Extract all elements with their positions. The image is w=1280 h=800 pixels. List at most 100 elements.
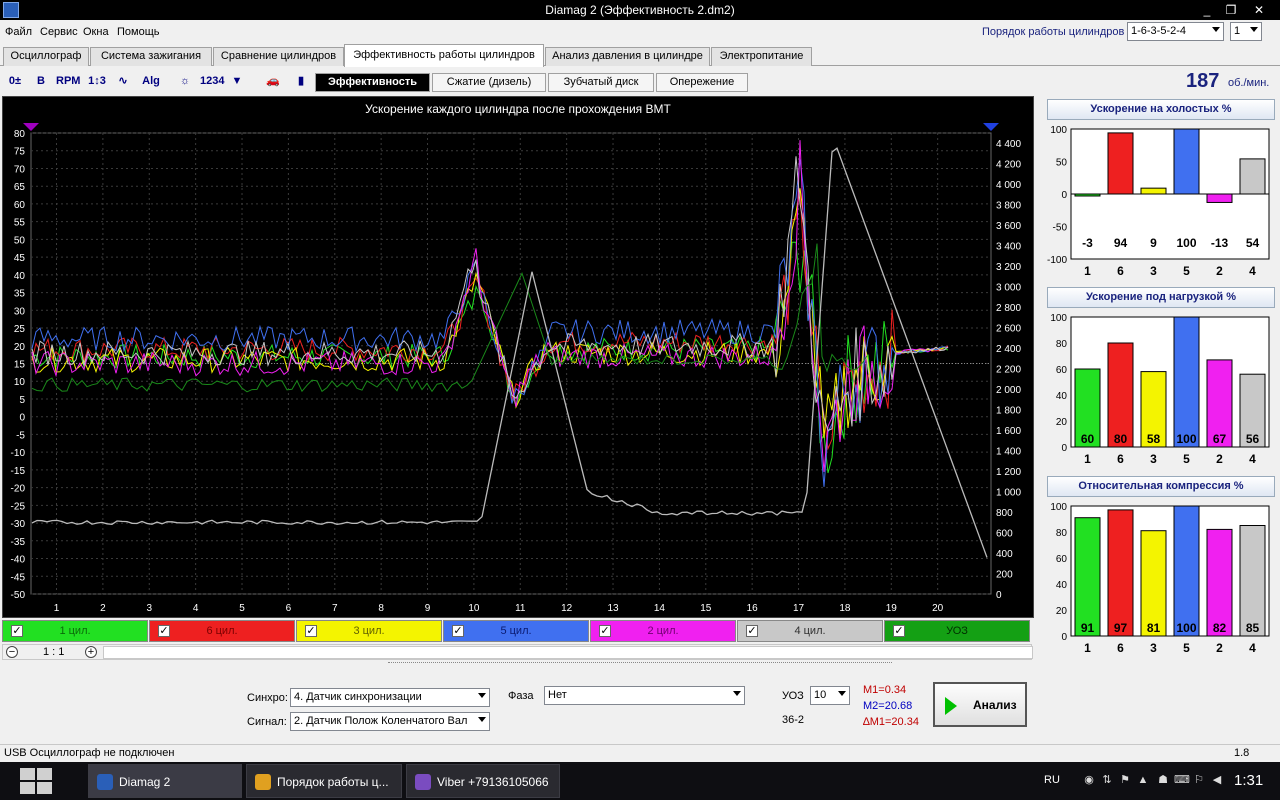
tab-ignition[interactable]: Система зажигания: [90, 47, 212, 66]
viber-icon: [415, 774, 431, 790]
panel-y-tick: 0: [1061, 190, 1067, 201]
sync-select[interactable]: 4. Датчик синхронизации: [290, 688, 490, 707]
legend-item-0[interactable]: ✓ 1 цил.: [2, 620, 148, 642]
taskbar-item-diamag[interactable]: Diamag 2: [88, 764, 242, 798]
marker-m1: M1=0.34: [863, 684, 907, 696]
legend-item-2[interactable]: ✓ 3 цил.: [296, 620, 442, 642]
subtab-toothed-disk[interactable]: Зубчатый диск: [548, 73, 654, 92]
y-tick-left: 5: [19, 395, 25, 406]
window-title: Diamag 2 (Эффективность 2.dm2): [545, 3, 735, 17]
subtab-efficiency[interactable]: Эффективность: [315, 73, 430, 92]
keyboard-tray-icon[interactable]: ⌨: [1174, 773, 1190, 787]
alg-icon[interactable]: Alg: [140, 70, 162, 92]
maximize-button[interactable]: ❐: [1220, 1, 1242, 19]
tab-power-supply[interactable]: Электропитание: [711, 47, 812, 66]
panel-y-tick: -100: [1047, 255, 1067, 266]
panel-bar-value: 82: [1213, 621, 1227, 635]
language-indicator[interactable]: RU: [1044, 774, 1060, 786]
legend-item-4[interactable]: ✓ 2 цил.: [590, 620, 736, 642]
zoom-in-button[interactable]: +: [85, 646, 97, 658]
title-bar[interactable]: Diamag 2 (Эффективность 2.dm2) _ ❐ ✕: [0, 0, 1280, 20]
taskbar-item-chrome[interactable]: Порядок работы ц...: [246, 764, 402, 798]
zoom-out-button[interactable]: −: [6, 646, 18, 658]
tab-cylinder-efficiency[interactable]: Эффективность работы цилиндров: [344, 44, 544, 67]
marker-m2-icon[interactable]: [983, 123, 999, 131]
adjust-icon[interactable]: 0±: [4, 70, 26, 92]
panel-splitter[interactable]: [388, 662, 892, 670]
panel-y-tick: 60: [1056, 554, 1068, 565]
panel-y-tick: 40: [1056, 391, 1068, 402]
start-button[interactable]: [18, 766, 58, 796]
horizontal-scrollbar[interactable]: [103, 646, 1033, 659]
minimize-button[interactable]: _: [1196, 1, 1218, 19]
viber-tray-icon[interactable]: ◉: [1082, 773, 1096, 787]
sequence-icon[interactable]: 1234: [200, 70, 224, 92]
panel-bar-value: 100: [1176, 621, 1196, 635]
y-tick-right: 1 200: [996, 467, 1021, 478]
menu-windows[interactable]: Окна: [83, 26, 109, 38]
subtab-advance[interactable]: Опережение: [656, 73, 748, 92]
phase-select[interactable]: Нет: [544, 686, 745, 705]
y-tick-left: 40: [14, 271, 26, 282]
chart-icon[interactable]: ▮: [290, 70, 312, 92]
menu-service[interactable]: Сервис: [40, 26, 78, 38]
panel-y-tick: 0: [1061, 632, 1067, 643]
x-tick: 20: [932, 603, 944, 614]
panel-cylinder-label: 6: [1117, 452, 1124, 466]
panel-cylinder-label: 1: [1084, 264, 1091, 278]
clock[interactable]: 1:31: [1234, 772, 1263, 789]
flag-tray-icon[interactable]: ⚐: [1192, 773, 1206, 787]
y-tick-right: 1 400: [996, 447, 1021, 458]
cylinder-legend: ✓ 1 цил. ✓ 6 цил. ✓ 3 цил. ✓ 5 цил. ✓ 2 цил. ✓ 4 ци…: [2, 620, 1032, 642]
panel-bar: [1206, 528, 1233, 637]
y-tick-left: 70: [14, 164, 26, 175]
tab-pressure-analysis[interactable]: Анализ давления в цилиндре: [545, 47, 710, 66]
efficiency-chart[interactable]: Ускорение каждого цилиндра после прохожд…: [2, 96, 1034, 618]
marker-delta: ∆M1=20.34: [863, 716, 919, 728]
waveform-icon[interactable]: ∿: [112, 70, 134, 92]
close-button[interactable]: ✕: [1248, 1, 1270, 19]
volume-icon[interactable]: ◀: [1210, 773, 1224, 787]
uoz-spinner[interactable]: 10: [810, 686, 850, 705]
analyze-button[interactable]: Анализ: [933, 682, 1027, 727]
legend-item-5[interactable]: ✓ 4 цил.: [737, 620, 883, 642]
x-tick: 18: [839, 603, 851, 614]
tab-oscilloscope[interactable]: Осциллограф: [3, 47, 89, 66]
network-tray-icon[interactable]: ⇅: [1100, 773, 1114, 787]
y-tick-left: 80: [14, 129, 26, 140]
legend-item-1[interactable]: ✓ 6 цил.: [149, 620, 295, 642]
tab-cylinder-compare[interactable]: Сравнение цилиндров: [213, 47, 344, 66]
y-tick-left: -5: [16, 430, 25, 441]
legend-item-3[interactable]: ✓ 5 цил.: [443, 620, 589, 642]
cylinder-count-spinner[interactable]: 1: [1230, 22, 1262, 41]
panel-bar-value: 56: [1246, 432, 1260, 446]
x-tick: 15: [700, 603, 712, 614]
panel-bar: [1173, 316, 1200, 448]
y-tick-right: 1 000: [996, 488, 1021, 499]
taskbar-item-viber[interactable]: Viber +79136105066: [406, 764, 560, 798]
security-tray-icon[interactable]: ⚑: [1118, 773, 1132, 787]
network-icon[interactable]: ☼: [174, 70, 196, 92]
panel-bar-value: 97: [1114, 621, 1128, 635]
marker-m1-icon[interactable]: [23, 123, 39, 131]
car-icon[interactable]: 🚗: [262, 70, 284, 92]
legend-item-6[interactable]: ✓ УОЗ: [884, 620, 1030, 642]
rpm-unit: об./мин.: [1228, 77, 1270, 89]
x-tick: 10: [468, 603, 480, 614]
legend-label: 6 цил.: [206, 625, 238, 637]
rpm-icon[interactable]: RPM: [56, 70, 80, 92]
menu-file[interactable]: Файл: [5, 26, 32, 38]
subtab-compression-diesel[interactable]: Сжатие (дизель): [432, 73, 546, 92]
menu-help[interactable]: Помощь: [117, 26, 160, 38]
y-tick-left: -40: [11, 555, 26, 566]
panel-title-2: Относительная компрессия %: [1047, 476, 1275, 497]
signal-tray-icon[interactable]: ▲: [1136, 773, 1150, 787]
app-tray-icon[interactable]: ☗: [1156, 773, 1170, 787]
filter-icon[interactable]: ▼: [226, 70, 248, 92]
rpm-value: 187: [1186, 70, 1220, 92]
bold-icon[interactable]: B: [30, 70, 52, 92]
signal-select[interactable]: 2. Датчик Полож Коленчатого Вал: [290, 712, 490, 731]
panel-bar-value: -13: [1211, 236, 1229, 250]
cylinder-order-select[interactable]: 1-6-3-5-2-4: [1127, 22, 1224, 41]
cylinder-numbers-icon[interactable]: 1↕3: [86, 70, 108, 92]
